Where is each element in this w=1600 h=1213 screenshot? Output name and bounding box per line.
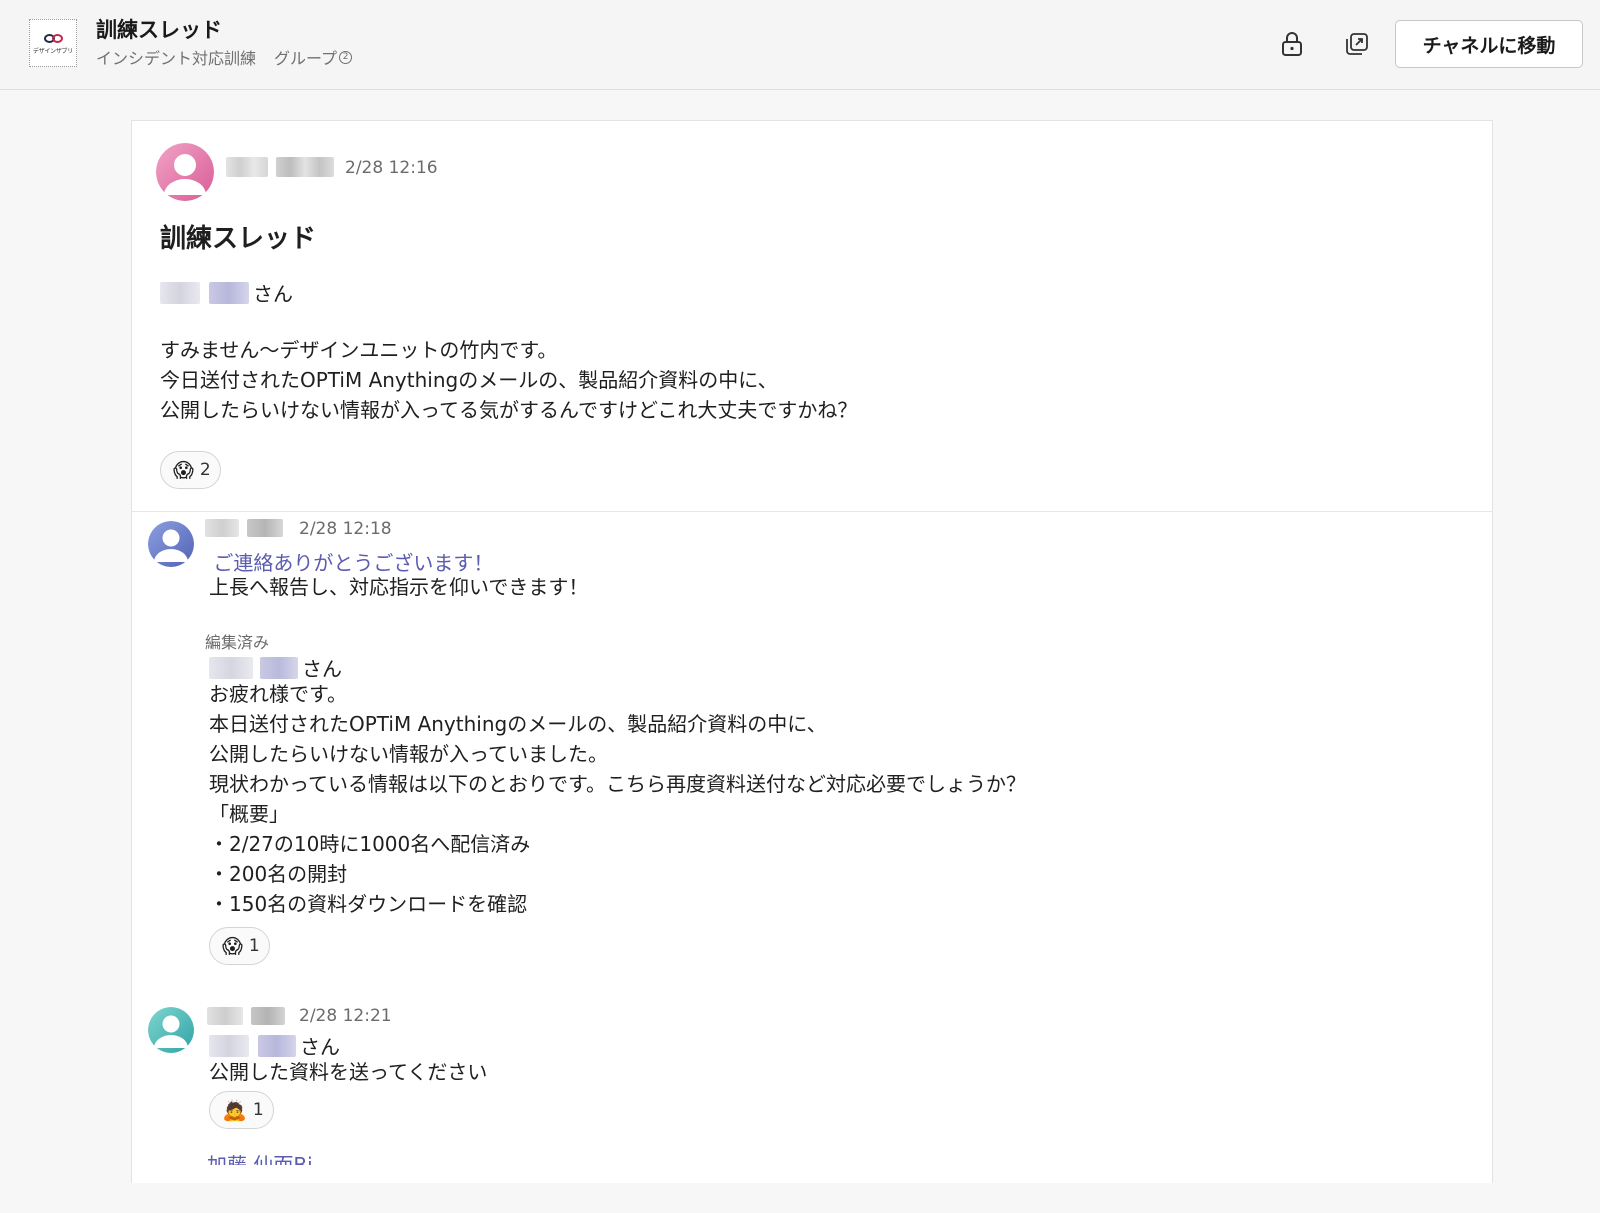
user-avatar-icon: [156, 143, 214, 201]
app-logo: デザインザブリ: [29, 19, 77, 67]
avatar[interactable]: [148, 1007, 194, 1053]
mention-line: さん: [160, 278, 293, 307]
mention-name[interactable]: [260, 656, 298, 679]
reaction-count: 1: [252, 1100, 264, 1120]
message-body: お疲れ様です。 本日送付されたOPTiM Anythingのメールの、製品紹介資…: [209, 682, 1026, 916]
thread-subtitle: インシデント対応訓練 グループ 2: [96, 45, 353, 69]
divider: [132, 511, 1492, 512]
reaction-count: 2: [199, 460, 211, 480]
mention-name[interactable]: [209, 656, 253, 679]
reaction-button[interactable]: 🙇 1: [209, 1091, 274, 1129]
post-title: 訓練スレッド: [160, 224, 317, 254]
mention-suffix: さん: [302, 657, 342, 681]
next-message-preview: 加藤 仙而Bi: [207, 1153, 313, 1165]
user-avatar-icon: [148, 1007, 194, 1053]
thread-card: 2/28 12:16 訓練スレッド さん すみません〜デザインユニットの竹内です…: [131, 120, 1493, 1213]
user-avatar-icon: [148, 521, 194, 567]
thread-title: 訓練スレッド: [96, 18, 222, 42]
avatar[interactable]: [148, 521, 194, 567]
mention-name[interactable]: [258, 1034, 296, 1057]
reaction-count: 1: [248, 936, 260, 956]
edited-label: 編集済み: [205, 633, 270, 652]
mention-suffix: さん: [300, 1035, 340, 1059]
thread-header: デザインザブリ 訓練スレッド インシデント対応訓練 グループ 2 チャネルに移動: [0, 0, 1600, 90]
page-footer-strip: [0, 1183, 1600, 1213]
reply-timestamp: 2/28 12:21: [299, 1006, 392, 1026]
move-to-channel-button[interactable]: チャネルに移動: [1395, 20, 1583, 68]
mention-line: さん: [209, 1031, 340, 1060]
mention-name[interactable]: [209, 1034, 249, 1057]
author-name[interactable]: [207, 1007, 285, 1025]
scream-emoji-icon: 😱: [222, 934, 243, 958]
member-count-badge: 2: [339, 50, 353, 64]
author-name[interactable]: [226, 157, 334, 177]
message-body: 公開した資料を送ってください: [209, 1060, 488, 1084]
author-name[interactable]: [205, 519, 283, 537]
channel-name[interactable]: インシデント対応訓練: [96, 45, 256, 69]
bowing-emoji-icon: 🙇: [222, 1098, 247, 1122]
lock-icon: [1282, 32, 1302, 56]
message-body: すみません〜デザインユニットの竹内です。 今日送付されたOPTiM Anythi…: [160, 338, 858, 422]
reply-timestamp: 2/28 12:18: [299, 519, 392, 539]
mention-name[interactable]: [160, 281, 200, 304]
mention-line: さん: [209, 653, 342, 682]
logo-mark-icon: [43, 33, 63, 43]
reaction-button[interactable]: 😱 2: [160, 451, 221, 489]
logo-text: デザインザブリ: [33, 47, 73, 55]
post-timestamp: 2/28 12:16: [345, 158, 438, 178]
mention-name[interactable]: [209, 281, 249, 304]
avatar[interactable]: [156, 143, 214, 201]
lock-button[interactable]: [1276, 28, 1308, 60]
reply-line: 上長へ報告し、対応指示を仰いできます！: [209, 575, 589, 599]
scream-emoji-icon: 😱: [173, 458, 194, 482]
mention-suffix: さん: [253, 282, 293, 306]
pop-out-button[interactable]: [1341, 28, 1373, 60]
reaction-button[interactable]: 😱 1: [209, 927, 270, 965]
group-label: グループ: [274, 49, 338, 68]
open-external-icon: [1346, 33, 1368, 55]
